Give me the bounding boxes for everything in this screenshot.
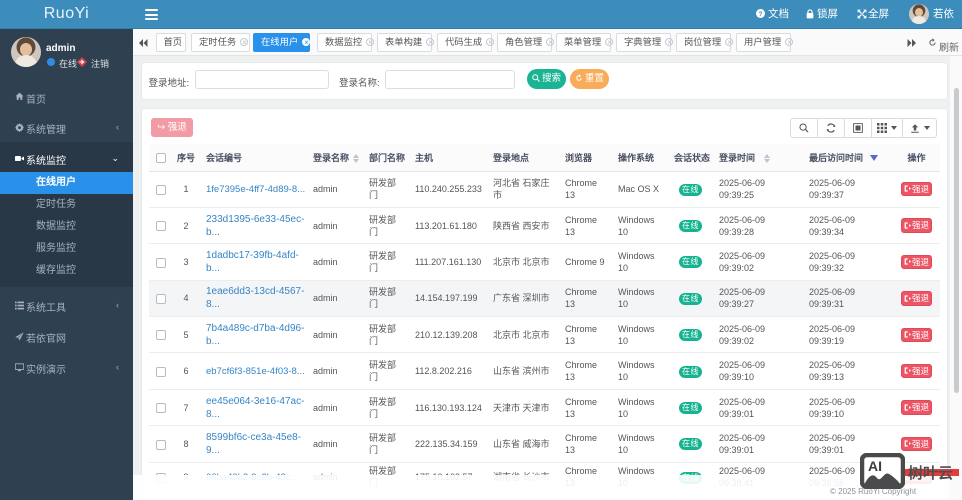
svg-text:?: ?	[759, 11, 763, 18]
svg-text:AI: AI	[868, 458, 882, 474]
